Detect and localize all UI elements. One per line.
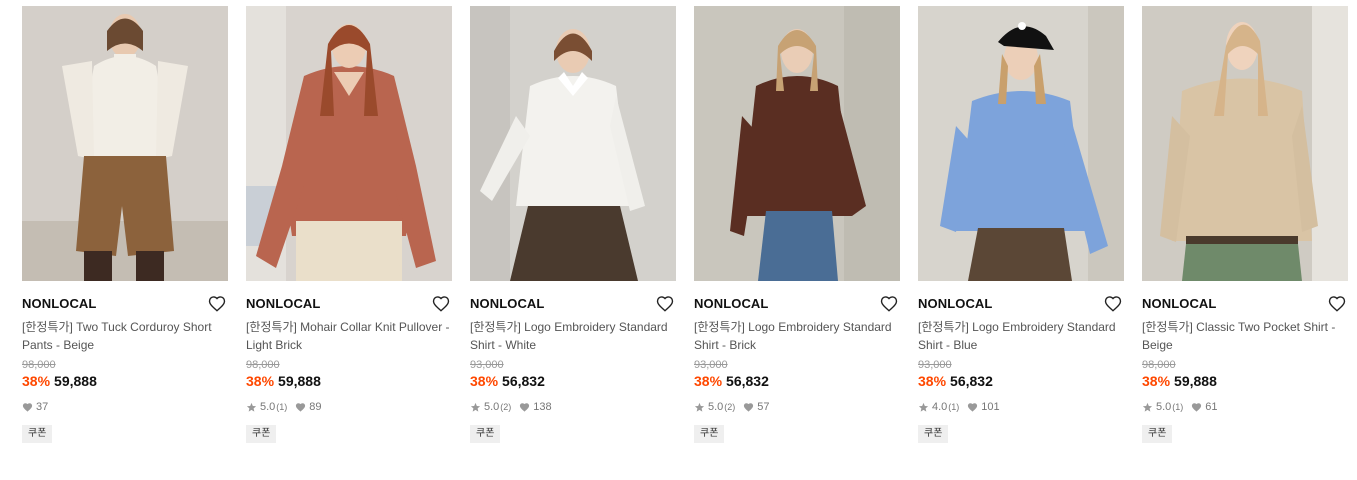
likes-stat: 37 [22, 400, 48, 414]
rating-count: (1) [276, 402, 288, 412]
product-title[interactable]: [한정특가] Classic Two Pocket Shirt - Beige [1142, 318, 1348, 354]
heart-filled-icon [22, 402, 33, 412]
wishlist-heart-icon[interactable] [1328, 295, 1346, 313]
sale-price: 59,888 [54, 373, 97, 389]
product-image[interactable] [918, 6, 1124, 281]
original-price: 98,000 [1142, 359, 1176, 371]
product-stats: 4.0 (1) 101 [918, 400, 1124, 414]
product-title[interactable]: [한정특가] Mohair Collar Knit Pullover - Lig… [246, 318, 452, 354]
rating-count: (2) [724, 402, 736, 412]
product-card[interactable]: NONLOCAL [한정특가] Mohair Collar Knit Pullo… [246, 6, 452, 443]
likes-stat: 101 [967, 400, 1000, 414]
product-stats: 5.0 (1) 89 [246, 400, 452, 414]
product-stats: 5.0 (2) 57 [694, 400, 900, 414]
product-card[interactable]: NONLOCAL [한정특가] Classic Two Pocket Shirt… [1142, 6, 1348, 443]
product-image[interactable] [246, 6, 452, 281]
likes-stat: 138 [519, 400, 552, 414]
star-icon [246, 402, 257, 412]
product-card[interactable]: NONLOCAL [한정특가] Logo Embroidery Standard… [694, 6, 900, 443]
rating-stat: 4.0 (1) [918, 400, 959, 414]
rating-value: 5.0 [484, 401, 500, 413]
original-price: 98,000 [22, 359, 56, 371]
original-price: 93,000 [918, 359, 952, 371]
brand-name[interactable]: NONLOCAL [1142, 295, 1348, 313]
sale-price: 56,832 [726, 373, 769, 389]
coupon-badge: 쿠폰 [22, 425, 53, 443]
product-image[interactable] [694, 6, 900, 281]
star-icon [918, 402, 929, 412]
product-card[interactable]: NONLOCAL [한정특가] Logo Embroidery Standard… [470, 6, 676, 443]
coupon-badge: 쿠폰 [694, 425, 725, 443]
wishlist-heart-icon[interactable] [1104, 295, 1122, 313]
likes-stat: 61 [1191, 400, 1218, 414]
product-stats: 5.0 (2) 138 [470, 400, 676, 414]
star-icon [470, 402, 481, 412]
heart-filled-icon [520, 402, 530, 412]
rating-stat: 5.0 (2) [694, 400, 735, 414]
likes-count: 89 [309, 401, 322, 413]
brand-name[interactable]: NONLOCAL [470, 295, 676, 313]
discount-rate: 38% [22, 373, 51, 389]
heart-filled-icon [968, 402, 978, 412]
brand-name[interactable]: NONLOCAL [918, 295, 1124, 313]
rating-count: (1) [1172, 402, 1184, 412]
likes-count: 138 [533, 401, 552, 413]
product-stats: 5.0 (1) 61 [1142, 400, 1348, 414]
sale-price: 59,888 [278, 373, 321, 389]
rating-stat: 5.0 (1) [246, 400, 287, 414]
original-price: 93,000 [694, 359, 728, 371]
product-image[interactable] [470, 6, 676, 281]
coupon-badge: 쿠폰 [1142, 425, 1173, 443]
product-stats: 37 [22, 400, 228, 414]
brand-name[interactable]: NONLOCAL [694, 295, 900, 313]
heart-filled-icon [296, 402, 306, 412]
likes-count: 61 [1205, 401, 1218, 413]
coupon-badge: 쿠폰 [246, 425, 277, 443]
discount-rate: 38% [1142, 373, 1171, 389]
heart-filled-icon [1192, 402, 1202, 412]
likes-stat: 89 [295, 400, 322, 414]
rating-count: (2) [500, 402, 512, 412]
likes-count: 101 [981, 401, 1000, 413]
wishlist-heart-icon[interactable] [880, 295, 898, 313]
brand-name[interactable]: NONLOCAL [22, 295, 228, 313]
product-title[interactable]: [한정특가] Logo Embroidery Standard Shirt - … [918, 318, 1124, 354]
rating-value: 5.0 [708, 401, 724, 413]
original-price: 98,000 [246, 359, 280, 371]
wishlist-heart-icon[interactable] [208, 295, 226, 313]
original-price: 93,000 [470, 359, 504, 371]
product-card[interactable]: NONLOCAL [한정특가] Logo Embroidery Standard… [918, 6, 1124, 443]
discount-rate: 38% [694, 373, 723, 389]
rating-value: 4.0 [932, 401, 948, 413]
discount-rate: 38% [246, 373, 275, 389]
heart-filled-icon [744, 402, 754, 412]
product-card[interactable]: NONLOCAL [한정특가] Two Tuck Corduroy Short … [22, 6, 228, 443]
rating-stat: 5.0 (2) [470, 400, 511, 414]
sale-price: 56,832 [502, 373, 545, 389]
product-image[interactable] [22, 6, 228, 281]
product-image[interactable] [1142, 6, 1348, 281]
coupon-badge: 쿠폰 [918, 425, 949, 443]
discount-rate: 38% [918, 373, 947, 389]
likes-count: 37 [36, 401, 49, 413]
likes-stat: 57 [743, 400, 770, 414]
product-title[interactable]: [한정특가] Two Tuck Corduroy Short Pants - B… [22, 318, 228, 354]
wishlist-heart-icon[interactable] [656, 295, 674, 313]
wishlist-heart-icon[interactable] [432, 295, 450, 313]
sale-price: 56,832 [950, 373, 993, 389]
likes-count: 57 [757, 401, 770, 413]
product-title[interactable]: [한정특가] Logo Embroidery Standard Shirt - … [694, 318, 900, 354]
rating-stat: 5.0 (1) [1142, 400, 1183, 414]
product-grid: NONLOCAL [한정특가] Two Tuck Corduroy Short … [0, 0, 1357, 480]
sale-price: 59,888 [1174, 373, 1217, 389]
coupon-badge: 쿠폰 [470, 425, 501, 443]
product-title[interactable]: [한정특가] Logo Embroidery Standard Shirt - … [470, 318, 676, 354]
discount-rate: 38% [470, 373, 499, 389]
rating-value: 5.0 [1156, 401, 1172, 413]
rating-count: (1) [948, 402, 960, 412]
brand-name[interactable]: NONLOCAL [246, 295, 452, 313]
star-icon [1142, 402, 1153, 412]
rating-value: 5.0 [260, 401, 276, 413]
star-icon [694, 402, 705, 412]
